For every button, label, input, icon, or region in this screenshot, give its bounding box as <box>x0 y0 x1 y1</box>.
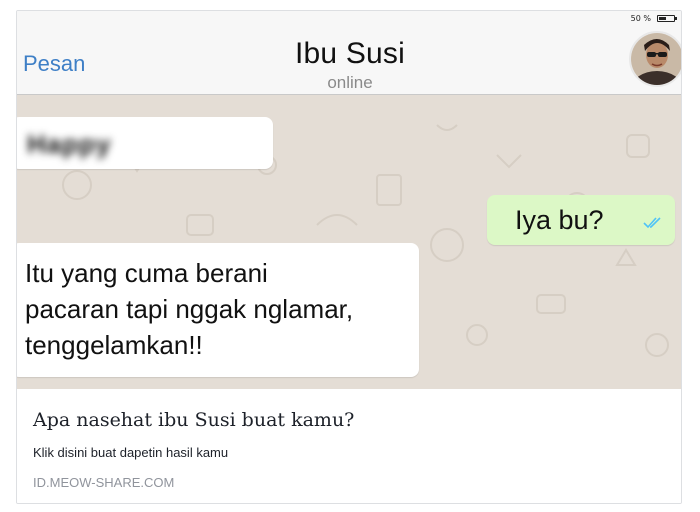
battery-percent: 50 % <box>630 14 651 23</box>
shared-post-card[interactable]: 50 % Pesan Ibu Susi online Happy Iya bu?… <box>16 10 682 504</box>
incoming-message-1[interactable]: Happy <box>17 117 273 169</box>
contact-status: online <box>327 73 373 92</box>
blurred-message-text: Happy <box>27 129 112 159</box>
contact-avatar[interactable] <box>629 31 681 87</box>
double-check-icon <box>643 217 661 229</box>
incoming-message-text: Itu yang cuma berani pacaran tapi nggak … <box>25 258 354 360</box>
link-preview[interactable]: Apa nasehat ibu Susi buat kamu? Klik dis… <box>17 389 681 503</box>
battery-icon <box>657 15 677 22</box>
status-bar: 50 % <box>17 11 681 25</box>
outgoing-message[interactable]: Iya bu? <box>487 195 675 245</box>
link-description: Klik disini buat dapetin hasil kamu <box>33 445 229 460</box>
outgoing-message-text: Iya bu? <box>515 205 604 235</box>
link-title[interactable]: Apa nasehat ibu Susi buat kamu? <box>33 409 354 431</box>
incoming-message-2[interactable]: Itu yang cuma berani pacaran tapi nggak … <box>17 243 419 377</box>
chat-screenshot[interactable]: 50 % Pesan Ibu Susi online Happy Iya bu?… <box>17 11 681 389</box>
chat-header: Pesan Ibu Susi online <box>17 25 681 95</box>
link-domain[interactable]: ID.MEOW-SHARE.COM <box>33 475 174 490</box>
contact-name: Ibu Susi <box>295 37 405 70</box>
